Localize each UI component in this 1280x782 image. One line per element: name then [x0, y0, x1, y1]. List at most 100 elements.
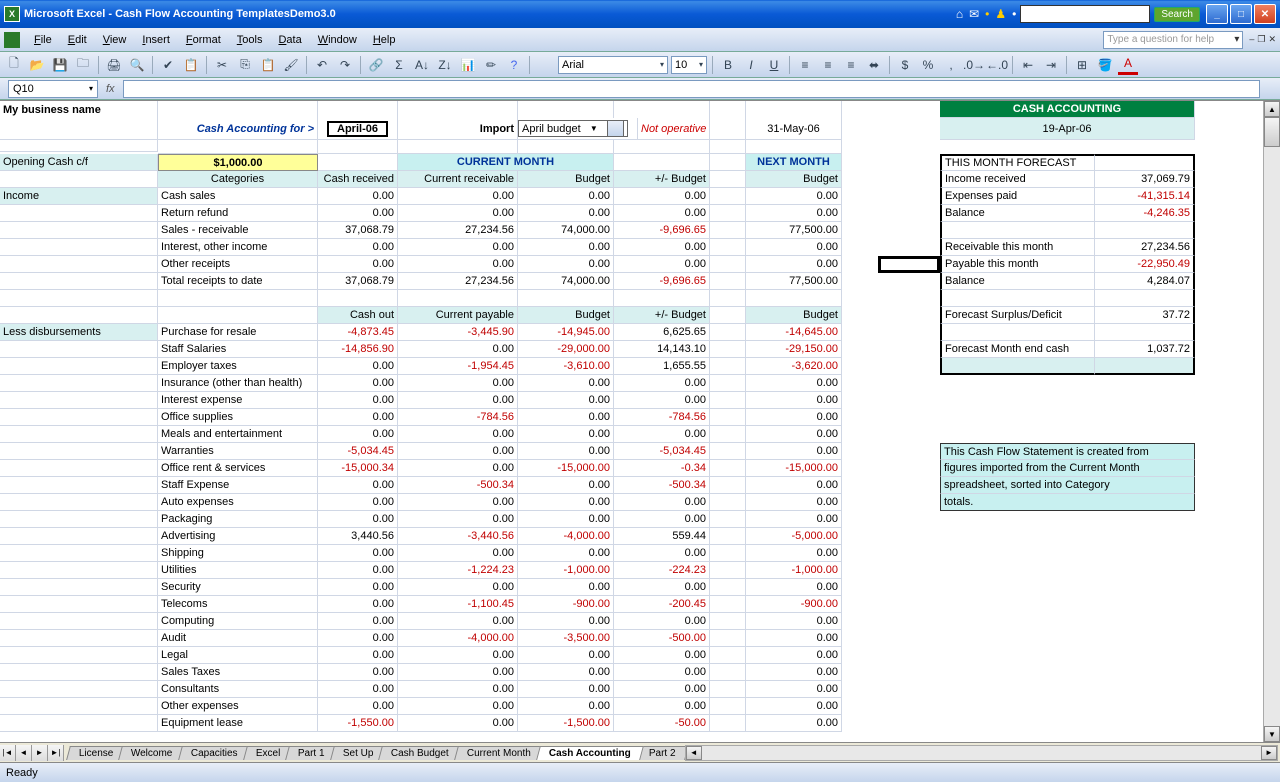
value-cell[interactable]: 0.00: [318, 511, 398, 528]
value-cell[interactable]: 3,440.56: [318, 528, 398, 545]
value-cell[interactable]: -14,856.90: [318, 341, 398, 358]
value-cell[interactable]: 0.00: [318, 494, 398, 511]
value-cell[interactable]: 0.00: [518, 579, 614, 596]
merge-icon[interactable]: ⬌: [864, 55, 884, 75]
selected-cell[interactable]: [878, 256, 940, 273]
undo-icon[interactable]: ↶: [312, 55, 332, 75]
value-cell[interactable]: 0.00: [398, 375, 518, 392]
tab-capacities[interactable]: Capacities: [178, 746, 250, 760]
hscroll-right-icon[interactable]: ►: [1261, 746, 1277, 760]
value-cell[interactable]: 0.00: [518, 375, 614, 392]
cell[interactable]: [878, 101, 940, 118]
value-cell[interactable]: 0.00: [746, 579, 842, 596]
cell[interactable]: [318, 101, 398, 118]
sum-icon[interactable]: Σ: [389, 55, 409, 75]
cell[interactable]: [318, 140, 398, 154]
inc-decimal-icon[interactable]: .0→: [964, 55, 984, 75]
value-cell[interactable]: 0.00: [746, 375, 842, 392]
redo-icon[interactable]: ↷: [335, 55, 355, 75]
value-cell[interactable]: -15,000.00: [746, 460, 842, 477]
percent-icon[interactable]: %: [918, 55, 938, 75]
value-cell[interactable]: 0.00: [614, 647, 710, 664]
import-select[interactable]: April budget▼: [518, 120, 628, 137]
value-cell[interactable]: 0.00: [746, 681, 842, 698]
value-cell[interactable]: -3,620.00: [746, 358, 842, 375]
value-cell[interactable]: -4,000.00: [518, 528, 614, 545]
cut-icon[interactable]: ✂: [212, 55, 232, 75]
value-cell[interactable]: 0.00: [398, 715, 518, 732]
mail-icon[interactable]: ✉: [969, 7, 979, 21]
value-cell[interactable]: 0.00: [614, 681, 710, 698]
align-left-icon[interactable]: ≡: [795, 55, 815, 75]
value-cell[interactable]: -5,034.45: [318, 443, 398, 460]
value-cell[interactable]: 0.00: [614, 511, 710, 528]
value-cell[interactable]: 0.00: [318, 358, 398, 375]
cell[interactable]: [614, 140, 710, 154]
value-cell[interactable]: 74,000.00: [518, 222, 614, 239]
value-cell[interactable]: 0.00: [398, 426, 518, 443]
mdi-minimize[interactable]: –: [1249, 34, 1254, 45]
cell[interactable]: [318, 290, 398, 307]
value-cell[interactable]: 0.00: [318, 205, 398, 222]
value-cell[interactable]: -1,100.45: [398, 596, 518, 613]
tab-part-2[interactable]: Part 2: [636, 746, 688, 760]
value-cell[interactable]: 0.00: [518, 681, 614, 698]
spell-icon[interactable]: ✔: [158, 55, 178, 75]
current-month-header[interactable]: CURRENT MONTH: [398, 154, 614, 171]
tab-cash-accounting[interactable]: Cash Accounting: [536, 746, 644, 760]
search-button[interactable]: Search: [1154, 7, 1200, 22]
cell[interactable]: [1095, 140, 1195, 154]
value-cell[interactable]: 0.00: [614, 494, 710, 511]
value-cell[interactable]: 0.00: [318, 409, 398, 426]
value-cell[interactable]: 0.00: [746, 256, 842, 273]
menu-edit[interactable]: Edit: [60, 32, 95, 48]
value-cell[interactable]: 0.00: [398, 545, 518, 562]
value-cell[interactable]: 0.00: [318, 681, 398, 698]
value-cell[interactable]: 77,500.00: [746, 273, 842, 290]
value-cell[interactable]: 0.00: [614, 205, 710, 222]
value-cell[interactable]: 1,655.55: [614, 358, 710, 375]
buddy-icon[interactable]: ♟: [995, 7, 1006, 21]
value-cell[interactable]: -1,000.00: [746, 562, 842, 579]
scroll-up-icon[interactable]: ▲: [1264, 101, 1280, 117]
align-center-icon[interactable]: ≡: [818, 55, 838, 75]
cell[interactable]: [318, 154, 398, 171]
tab-cash-budget[interactable]: Cash Budget: [379, 746, 463, 760]
value-cell[interactable]: -3,440.56: [398, 528, 518, 545]
scroll-thumb[interactable]: [1264, 117, 1280, 147]
value-cell[interactable]: 0.00: [518, 256, 614, 273]
cell[interactable]: [158, 290, 318, 307]
italic-icon[interactable]: I: [741, 55, 761, 75]
cell[interactable]: [398, 140, 518, 154]
chart-icon[interactable]: 📊: [458, 55, 478, 75]
tab-nav-next[interactable]: ►: [32, 745, 48, 761]
value-cell[interactable]: -3,500.00: [518, 630, 614, 647]
vertical-scrollbar[interactable]: ▲ ▼: [1263, 101, 1280, 742]
value-cell[interactable]: 0.00: [318, 579, 398, 596]
open-icon[interactable]: 📂: [27, 55, 47, 75]
format-painter-icon[interactable]: 🖌: [281, 55, 301, 75]
cell[interactable]: [710, 101, 746, 118]
value-cell[interactable]: 0.00: [614, 664, 710, 681]
value-cell[interactable]: 0.00: [398, 443, 518, 460]
value-cell[interactable]: 0.00: [318, 375, 398, 392]
value-cell[interactable]: 0.00: [398, 681, 518, 698]
value-cell[interactable]: 0.00: [318, 188, 398, 205]
menu-help[interactable]: Help: [365, 32, 404, 48]
dec-decimal-icon[interactable]: ←.0: [987, 55, 1007, 75]
value-cell[interactable]: -200.45: [614, 596, 710, 613]
currency-icon[interactable]: $: [895, 55, 915, 75]
maximize-button[interactable]: □: [1230, 4, 1252, 24]
close-button[interactable]: ✕: [1254, 4, 1276, 24]
value-cell[interactable]: 0.00: [614, 188, 710, 205]
permission-icon[interactable]: 🗀: [73, 55, 93, 75]
cell[interactable]: [940, 140, 1095, 154]
value-cell[interactable]: -1,550.00: [318, 715, 398, 732]
value-cell[interactable]: 0.00: [398, 239, 518, 256]
cell[interactable]: [842, 101, 878, 118]
value-cell[interactable]: -4,873.45: [318, 324, 398, 341]
value-cell[interactable]: 0.00: [398, 664, 518, 681]
value-cell[interactable]: 27,234.56: [398, 273, 518, 290]
value-cell[interactable]: -1,000.00: [518, 562, 614, 579]
value-cell[interactable]: 0.00: [398, 205, 518, 222]
